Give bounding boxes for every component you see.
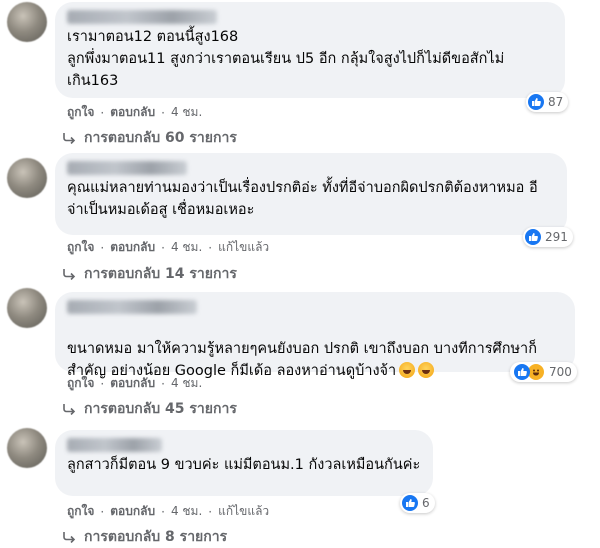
separator-dot: ·	[161, 376, 165, 391]
like-link[interactable]: ถูกใจ	[67, 103, 94, 122]
comment-actions: ถูกใจ · ตอบกลับ · 4 ชม. · แก้ไขแล้ว	[67, 238, 269, 257]
reply-link[interactable]: ตอบกลับ	[110, 502, 155, 521]
timestamp[interactable]: 4 ชม.	[171, 238, 202, 257]
replies-label: การตอบกลับ 14 รายการ	[84, 266, 237, 282]
replies-label: การตอบกลับ 60 รายการ	[84, 130, 237, 146]
comment-bubble: ขนาดหมอ มาให้ความรู้หลายๆคนยังบอก ปรกติ …	[55, 292, 575, 379]
view-replies-link[interactable]: การตอบกลับ 45 รายการ	[62, 398, 237, 420]
separator-dot: ·	[161, 504, 165, 519]
reply-arrow-icon	[63, 269, 76, 280]
author-name-blurred[interactable]	[67, 10, 217, 24]
separator-dot: ·	[100, 376, 105, 391]
reply-link[interactable]: ตอบกลับ	[110, 238, 155, 257]
replies-label: การตอบกลับ 45 รายการ	[84, 401, 237, 417]
like-link[interactable]: ถูกใจ	[67, 374, 94, 393]
comment-bubble: ลูกสาวก็มีตอน 9 ขวบค่ะ แม่มีตอนม.1 กังวล…	[55, 430, 433, 496]
separator-dot: ·	[208, 240, 213, 255]
reaction-summary[interactable]: 6	[400, 493, 435, 513]
comment-actions: ถูกใจ · ตอบกลับ · 4 ชม.	[67, 374, 202, 393]
view-replies-link[interactable]: การตอบกลับ 14 รายการ	[62, 263, 237, 285]
comment-actions: ถูกใจ · ตอบกลับ · 4 ชม.	[67, 103, 202, 122]
replies-label: การตอบกลับ 8 รายการ	[84, 529, 228, 545]
view-replies-link[interactable]: การตอบกลับ 60 รายการ	[62, 127, 237, 149]
reply-arrow-icon	[63, 532, 76, 543]
comment-text: ขนาดหมอ มาให้ความรู้หลายๆคนยังบอก ปรกติ …	[67, 316, 563, 382]
author-name-blurred[interactable]	[67, 161, 187, 175]
reply-arrow-icon	[63, 133, 76, 144]
timestamp[interactable]: 4 ชม.	[171, 374, 202, 393]
laughing-emoji-icon	[418, 362, 435, 378]
comment-actions: ถูกใจ · ตอบกลับ · 4 ชม. · แก้ไขแล้ว	[67, 502, 269, 521]
reaction-count: 6	[422, 496, 430, 510]
separator-dot: ·	[208, 504, 213, 519]
view-replies-link[interactable]: การตอบกลับ 8 รายการ	[62, 526, 227, 548]
edited-label[interactable]: แก้ไขแล้ว	[218, 238, 269, 257]
reply-link[interactable]: ตอบกลับ	[110, 374, 155, 393]
timestamp[interactable]: 4 ชม.	[171, 502, 202, 521]
comment-text: เรามาตอน12 ตอนนี้สูง168 ลูกพึ่งมาตอน11 ส…	[67, 29, 505, 89]
separator-dot: ·	[100, 240, 105, 255]
reaction-summary[interactable]: 700	[510, 362, 577, 382]
like-icon	[525, 229, 541, 245]
timestamp[interactable]: 4 ชม.	[171, 103, 202, 122]
like-link[interactable]: ถูกใจ	[67, 502, 94, 521]
comment-bubble: เรามาตอน12 ตอนนี้สูง168 ลูกพึ่งมาตอน11 ส…	[55, 2, 565, 98]
reaction-count: 291	[545, 230, 568, 244]
comment-bubble: คุณแม่หลายท่านมองว่าเป็นเรื่องปรกติอ่ะ ท…	[55, 153, 567, 235]
comment-text: ลูกสาวก็มีตอน 9 ขวบค่ะ แม่มีตอนม.1 กังวล…	[67, 457, 421, 473]
separator-dot: ·	[100, 105, 105, 120]
comment-text: คุณแม่หลายท่านมองว่าเป็นเรื่องปรกติอ่ะ ท…	[67, 180, 538, 218]
reply-arrow-icon	[63, 404, 76, 415]
like-icon	[402, 495, 418, 511]
avatar[interactable]	[7, 2, 47, 42]
author-name-blurred[interactable]	[67, 438, 162, 452]
laughing-emoji-icon	[399, 362, 416, 378]
separator-dot: ·	[161, 240, 165, 255]
avatar[interactable]	[7, 428, 47, 468]
avatar[interactable]	[7, 158, 47, 198]
like-icon	[528, 94, 544, 110]
reaction-count: 700	[549, 365, 572, 379]
separator-dot: ·	[161, 105, 165, 120]
reply-link[interactable]: ตอบกลับ	[110, 103, 155, 122]
like-icon	[514, 364, 530, 380]
reaction-summary[interactable]: 87	[526, 92, 569, 112]
separator-dot: ·	[100, 504, 105, 519]
reaction-count: 87	[548, 95, 564, 109]
avatar[interactable]	[7, 288, 47, 328]
author-name-blurred[interactable]	[67, 300, 197, 314]
reaction-summary[interactable]: 291	[523, 227, 573, 247]
like-link[interactable]: ถูกใจ	[67, 238, 94, 257]
edited-label[interactable]: แก้ไขแล้ว	[218, 502, 269, 521]
